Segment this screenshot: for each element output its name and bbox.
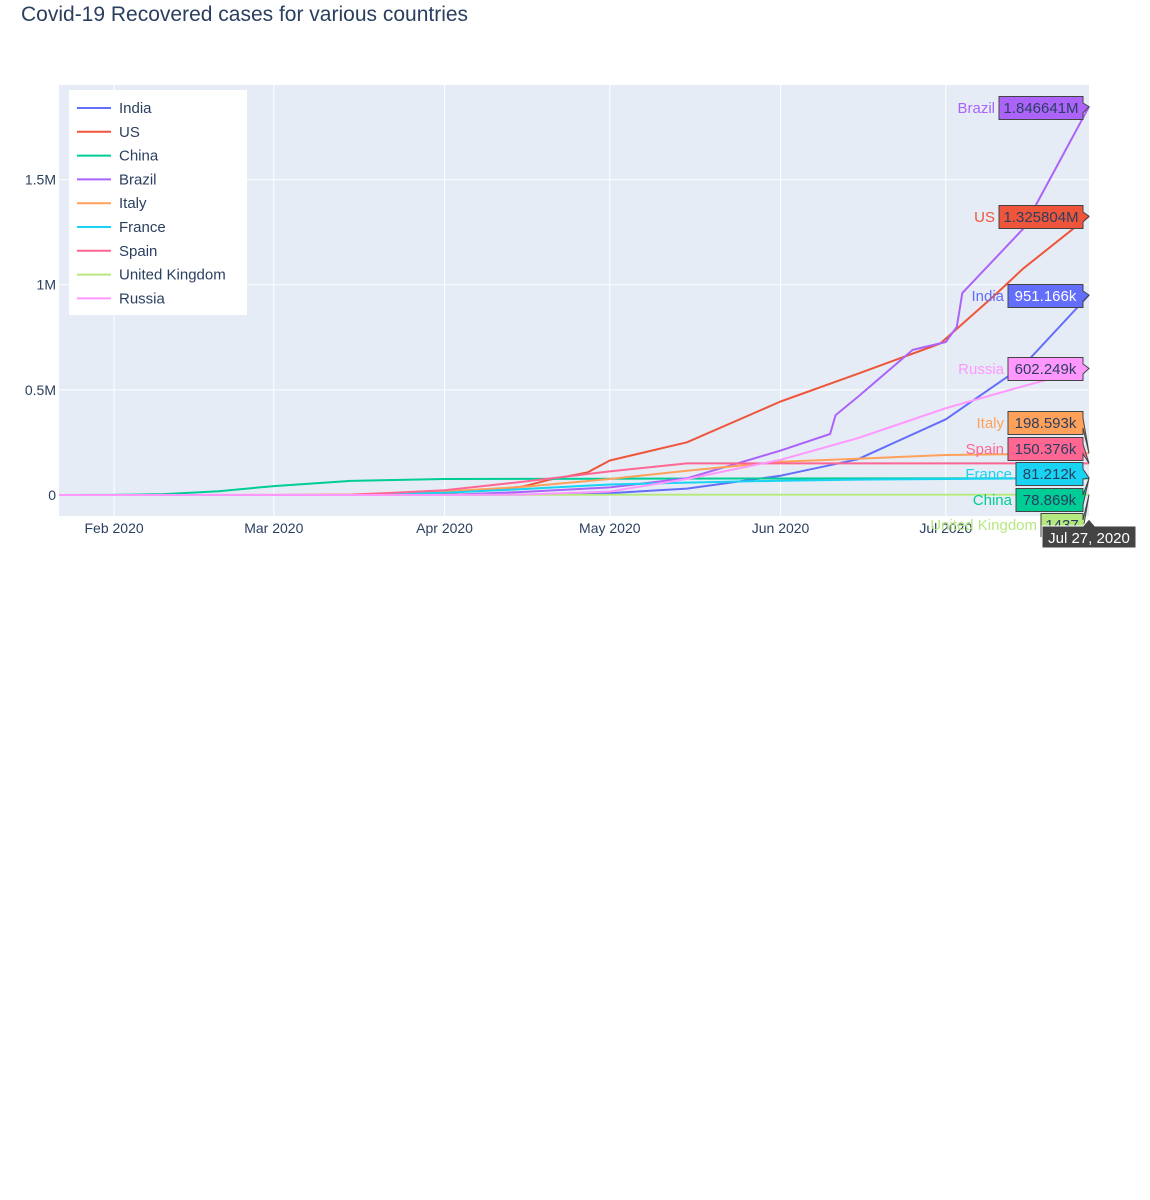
x-tick-label: Mar 2020 bbox=[244, 520, 303, 536]
hover-value-us: 1.325804M bbox=[1003, 209, 1078, 226]
hover-date-label: Jul 27, 2020 bbox=[1048, 530, 1130, 547]
hover-value-france: 81.212k bbox=[1023, 466, 1077, 483]
hover-name-united-kingdom: United Kingdom bbox=[930, 517, 1037, 534]
legend-label-russia[interactable]: Russia bbox=[119, 290, 166, 307]
y-tick-label: 1.5M bbox=[25, 172, 56, 188]
hover-name-china: China bbox=[973, 492, 1013, 509]
y-axis-ticks: 0 0.5M 1M 1.5M bbox=[25, 172, 56, 503]
legend-label-china[interactable]: China bbox=[119, 148, 159, 165]
legend-label-india[interactable]: India bbox=[119, 100, 152, 117]
hover-name-spain: Spain bbox=[966, 441, 1004, 458]
hover-name-russia: Russia bbox=[958, 361, 1005, 378]
hover-name-us: US bbox=[974, 209, 995, 226]
legend-label-us[interactable]: US bbox=[119, 124, 140, 141]
x-tick-label: Jun 2020 bbox=[752, 520, 810, 536]
hover-value-china: 78.869k bbox=[1023, 492, 1077, 509]
chart-canvas: Feb 2020 Mar 2020 Apr 2020 May 2020 Jun 2020… bbox=[25, 85, 1137, 549]
legend: India US China Brazil Italy France Spain United… bbox=[69, 90, 247, 315]
legend-label-united-kingdom[interactable]: United Kingdom bbox=[119, 267, 226, 284]
hover-name-italy: Italy bbox=[976, 415, 1004, 432]
x-tick-label: Feb 2020 bbox=[84, 520, 143, 536]
hover-value-italy: 198.593k bbox=[1015, 415, 1077, 432]
x-tick-label: Apr 2020 bbox=[416, 520, 473, 536]
hover-name-brazil: Brazil bbox=[957, 100, 995, 117]
hover-value-russia: 602.249k bbox=[1015, 361, 1077, 378]
hover-name-india: India bbox=[971, 288, 1004, 305]
x-axis-ticks: Feb 2020 Mar 2020 Apr 2020 May 2020 Jun 2020… bbox=[84, 520, 972, 536]
legend-label-france[interactable]: France bbox=[119, 219, 166, 236]
y-tick-label: 0 bbox=[48, 487, 56, 503]
y-tick-label: 1M bbox=[37, 277, 56, 293]
hover-value-brazil: 1.846641M bbox=[1003, 100, 1078, 117]
legend-label-brazil[interactable]: Brazil bbox=[119, 171, 157, 188]
legend-label-italy[interactable]: Italy bbox=[119, 195, 147, 212]
legend-label-spain[interactable]: Spain bbox=[119, 243, 157, 260]
x-tick-label: May 2020 bbox=[579, 520, 641, 536]
y-tick-label: 0.5M bbox=[25, 382, 56, 398]
hover-value-india: 951.166k bbox=[1015, 288, 1077, 305]
hover-name-france: France bbox=[965, 466, 1012, 483]
hover-value-spain: 150.376k bbox=[1015, 441, 1077, 458]
